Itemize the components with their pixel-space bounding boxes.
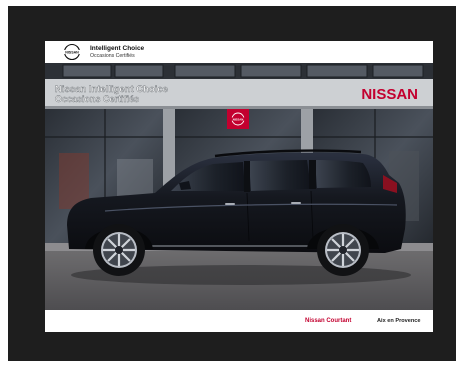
image-frame: NISSAN Intelligent Choice Occasions Cert… [0, 0, 460, 367]
nissan-logo-icon: NISSAN [61, 43, 83, 61]
front-wheel [93, 224, 145, 276]
dealer-city: Aix en Provence [377, 318, 421, 324]
dealer-name: Nissan Courtant [305, 318, 352, 324]
rear-wheel [317, 224, 369, 276]
vehicle-photo: Nissan Intelligent Choice Occasions Cert… [45, 63, 433, 310]
logo-text: NISSAN [65, 50, 79, 54]
brand-title: Intelligent Choice [90, 45, 145, 52]
listing-photo-card: NISSAN Intelligent Choice Occasions Cert… [45, 41, 433, 332]
facade-text-line2: Occasions Certifiés [55, 94, 139, 104]
logo-panel-text: NISSAN [233, 117, 244, 121]
photo-footer: Nissan Courtant Aix en Provence [45, 310, 433, 332]
brand-subtitle: Occasions Certifiés [90, 52, 135, 59]
facade-brand: NISSAN [361, 86, 418, 103]
photo-header: NISSAN Intelligent Choice Occasions Cert… [45, 41, 433, 63]
